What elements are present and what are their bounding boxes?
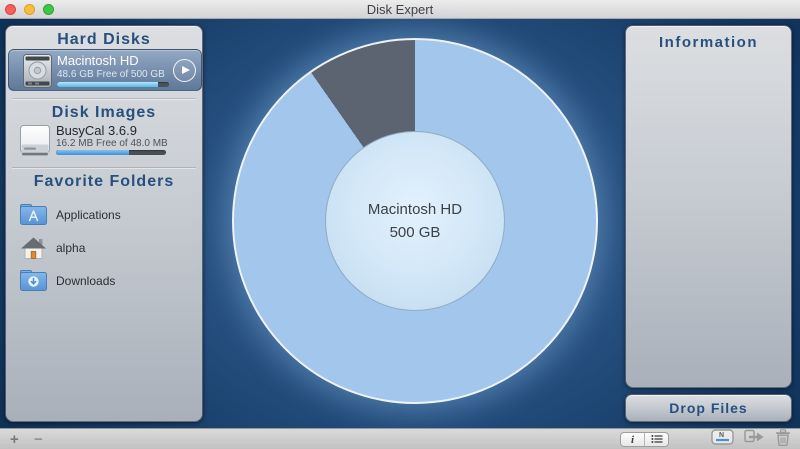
window-title: Disk Expert	[366, 1, 434, 17]
info-view-segment[interactable]: i	[621, 433, 644, 446]
close-button[interactable]	[5, 4, 16, 15]
image-usage-bar	[56, 150, 166, 155]
home-icon	[19, 236, 48, 260]
scan-play-button[interactable]	[173, 59, 196, 82]
image-usage-fill	[56, 150, 129, 155]
zoom-button[interactable]	[43, 4, 54, 15]
minus-icon: −	[34, 431, 43, 448]
drop-files-target[interactable]: Drop Files	[625, 394, 792, 422]
disk-usage-bar	[57, 82, 169, 87]
favorite-label: alpha	[56, 240, 86, 255]
trash-button[interactable]	[775, 428, 791, 449]
add-button[interactable]: +	[10, 429, 19, 449]
removable-drive-icon	[20, 125, 50, 161]
play-icon	[182, 65, 190, 74]
section-divider	[12, 98, 196, 100]
view-mode-segmented-control: i	[620, 432, 669, 447]
favorite-label: Applications	[56, 207, 121, 222]
title-bar: Disk Expert	[0, 0, 800, 19]
favorite-folders-header: Favorite Folders	[33, 173, 175, 190]
bottom-toolbar: + − i N	[0, 428, 800, 449]
traffic-lights	[5, 4, 54, 15]
image-detail: 16.2 MB Free of 48.0 MB	[56, 138, 168, 149]
hard-disks-header: Hard Disks	[57, 31, 151, 48]
list-icon	[650, 433, 663, 446]
donut-center: Macintosh HD 500 GB	[325, 131, 505, 311]
remove-button[interactable]: −	[34, 429, 43, 449]
svg-text:N: N	[719, 432, 724, 439]
information-header: Information	[659, 34, 758, 51]
disk-name: Macintosh HD	[57, 53, 139, 68]
hard-drive-icon	[23, 54, 52, 93]
chart-disk-size: 500 GB	[389, 224, 441, 241]
info-icon: i	[630, 433, 635, 446]
app-window: Disk Expert Hard Disks Macintosh HD 48.6…	[0, 0, 800, 449]
minimize-button[interactable]	[24, 4, 35, 15]
image-name: BusyCal 3.6.9	[56, 123, 137, 138]
downloads-folder-icon	[19, 270, 48, 291]
toolbar-right-group: N	[711, 428, 791, 449]
disk-images-header: Disk Images	[51, 104, 157, 121]
rename-badge-button[interactable]: N	[711, 429, 734, 449]
sidebar-item-alpha[interactable]: alpha	[6, 231, 202, 264]
disk-usage-fill	[57, 82, 159, 87]
information-panel: Information	[625, 25, 792, 388]
main-area: Hard Disks Macintosh HD 48.6 GB Free of …	[0, 19, 800, 428]
sidebar: Hard Disks Macintosh HD 48.6 GB Free of …	[5, 25, 203, 422]
chart-disk-name: Macintosh HD	[367, 201, 463, 218]
plus-icon: +	[10, 431, 19, 448]
favorite-folders-list: Applications alpha Downloads	[6, 198, 202, 297]
drop-files-label: Drop Files	[669, 400, 748, 416]
sidebar-item-applications[interactable]: Applications	[6, 198, 202, 231]
applications-folder-icon	[19, 204, 48, 225]
favorite-label: Downloads	[56, 273, 116, 288]
disk-detail: 48.6 GB Free of 500 GB	[57, 69, 165, 80]
list-view-segment[interactable]	[644, 433, 668, 446]
sidebar-item-busycal[interactable]: BusyCal 3.6.9 16.2 MB Free of 48.0 MB	[8, 122, 202, 164]
disk-usage-donut-chart[interactable]: Macintosh HD 500 GB	[232, 38, 598, 404]
sidebar-item-macintosh-hd[interactable]: Macintosh HD 48.6 GB Free of 500 GB	[8, 49, 202, 91]
move-to-button[interactable]	[744, 429, 765, 449]
sidebar-item-downloads[interactable]: Downloads	[6, 264, 202, 297]
section-divider	[12, 167, 196, 169]
